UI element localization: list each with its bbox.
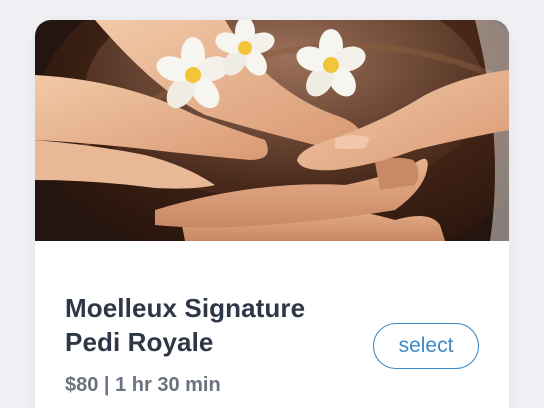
service-info: Moelleux Signature Pedi Royale $80 | 1 h… <box>35 241 509 408</box>
select-button[interactable]: select <box>373 323 479 369</box>
page: Moelleux Signature Pedi Royale $80 | 1 h… <box>0 0 544 408</box>
service-title-line-2: Pedi Royale <box>65 327 214 357</box>
service-card[interactable]: Moelleux Signature Pedi Royale $80 | 1 h… <box>35 20 509 408</box>
price-duration: $80 | 1 hr 30 min <box>65 374 221 396</box>
service-title-line-1: Moelleux Signature <box>65 293 306 323</box>
service-photo <box>35 20 509 241</box>
service-title: Moelleux Signature Pedi Royale <box>65 291 365 359</box>
